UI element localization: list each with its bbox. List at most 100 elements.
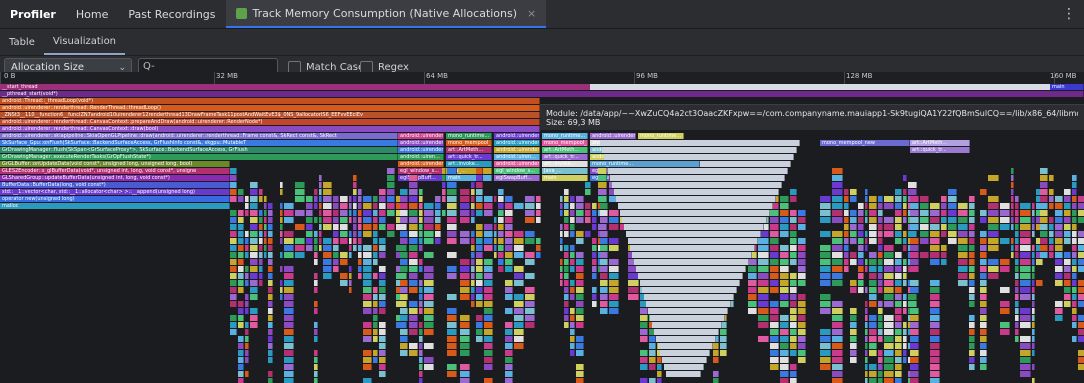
flame-frame[interactable] — [1020, 259, 1031, 265]
flame-frame[interactable] — [1055, 259, 1063, 265]
flame-frame[interactable] — [323, 182, 332, 188]
flame-frame[interactable]: android::uirenderer::s... — [398, 147, 444, 153]
flame-frame[interactable] — [770, 266, 779, 272]
flame-frame[interactable] — [349, 266, 352, 272]
flame-frame[interactable] — [969, 266, 975, 272]
flame-frame[interactable] — [930, 280, 940, 286]
flame-frame[interactable] — [379, 210, 386, 216]
flame-frame[interactable] — [494, 238, 497, 244]
flame-frame[interactable] — [419, 322, 423, 328]
flame-frame[interactable] — [844, 259, 849, 265]
flame-frame[interactable] — [514, 252, 524, 258]
flame-frame[interactable]: GrDrawingManager::flush(SkSpan<GrSurface… — [0, 147, 398, 153]
flame-frame[interactable] — [980, 280, 987, 286]
flame-frame[interactable] — [268, 259, 273, 265]
flame-frame[interactable] — [988, 266, 999, 272]
flame-frame[interactable] — [570, 217, 575, 223]
flame-frame[interactable] — [930, 364, 940, 370]
flame-frame[interactable] — [770, 273, 779, 279]
flame-frame[interactable] — [884, 378, 894, 383]
flame-frame[interactable] — [505, 196, 513, 202]
flame-frame[interactable] — [409, 245, 418, 251]
flame-frame[interactable] — [640, 350, 648, 356]
flame-frame[interactable] — [628, 294, 639, 300]
flame-frame[interactable] — [758, 245, 769, 251]
flame-frame[interactable] — [930, 371, 940, 377]
flame-frame[interactable] — [505, 287, 513, 293]
flame-frame[interactable] — [598, 224, 607, 230]
flame-frame[interactable] — [969, 322, 975, 328]
flame-frame[interactable] — [1011, 252, 1014, 258]
flame-frame[interactable]: android::uirenderer::re... — [494, 140, 540, 146]
flame-frame[interactable] — [238, 287, 244, 293]
flame-frame[interactable] — [419, 266, 423, 272]
flame-frame[interactable] — [958, 210, 968, 216]
flame-frame[interactable] — [1078, 364, 1084, 370]
flame-frame[interactable] — [259, 189, 263, 195]
flame-frame[interactable] — [1040, 245, 1048, 251]
flame-frame[interactable] — [238, 364, 244, 370]
flame-frame[interactable] — [910, 350, 919, 356]
flame-frame[interactable] — [419, 378, 423, 383]
flame-frame[interactable]: GrGLBuffer::onUpdateData(void const*, un… — [0, 161, 230, 167]
flame-frame[interactable] — [358, 245, 362, 251]
flame-frame[interactable] — [941, 203, 947, 209]
flame-frame[interactable] — [1078, 350, 1084, 356]
flame-frame[interactable] — [505, 350, 513, 356]
flame-frame[interactable] — [514, 315, 524, 321]
flame-frame[interactable] — [319, 231, 322, 237]
flame-frame[interactable] — [850, 189, 857, 195]
flame-frame[interactable] — [748, 294, 757, 300]
flame-frame[interactable] — [424, 266, 434, 272]
flame-frame[interactable] — [1020, 238, 1031, 244]
flame-frame[interactable] — [1072, 231, 1077, 237]
flame-frame[interactable] — [884, 252, 894, 258]
flame-frame[interactable] — [869, 350, 877, 356]
flame-frame[interactable] — [373, 245, 378, 251]
flame-frame[interactable] — [268, 322, 273, 328]
flame-frame[interactable] — [895, 336, 902, 342]
flame-frame[interactable] — [387, 182, 395, 188]
flame-frame[interactable] — [844, 217, 849, 223]
flame-frame[interactable] — [865, 217, 868, 223]
flame-frame[interactable] — [628, 280, 639, 286]
flame-frame[interactable] — [484, 203, 493, 209]
flame-frame[interactable] — [780, 315, 789, 321]
flame-frame[interactable] — [280, 280, 283, 286]
flame-frame[interactable] — [1020, 322, 1031, 328]
flame-frame[interactable] — [865, 371, 868, 377]
flame-frame[interactable] — [948, 189, 957, 195]
flame-frame[interactable] — [798, 343, 806, 349]
flame-frame[interactable] — [1020, 252, 1031, 258]
flame-frame[interactable] — [941, 224, 947, 230]
flame-frame[interactable] — [1049, 196, 1054, 202]
flame-frame[interactable] — [903, 273, 907, 279]
flame-frame[interactable] — [958, 259, 968, 265]
flame-frame[interactable] — [780, 343, 789, 349]
flame-frame[interactable] — [447, 224, 457, 230]
flame-frame[interactable] — [400, 350, 408, 356]
flame-frame[interactable] — [895, 273, 902, 279]
flame-frame[interactable] — [576, 350, 584, 356]
flame-frame[interactable] — [602, 147, 797, 153]
flame-frame[interactable] — [1055, 280, 1063, 286]
flame-frame[interactable] — [353, 175, 357, 181]
flame-frame[interactable] — [895, 280, 902, 286]
flame-frame[interactable] — [424, 238, 434, 244]
flame-frame[interactable] — [790, 259, 797, 265]
flame-frame[interactable] — [525, 238, 535, 244]
flame-frame[interactable] — [930, 294, 940, 300]
flame-frame[interactable] — [644, 294, 734, 300]
flame-frame[interactable] — [471, 238, 475, 244]
flame-frame[interactable] — [295, 182, 305, 188]
flame-frame[interactable] — [514, 266, 524, 272]
flame-frame[interactable] — [748, 280, 757, 286]
flame-frame[interactable] — [903, 203, 907, 209]
flame-frame[interactable] — [930, 238, 940, 244]
flame-frame[interactable] — [1064, 189, 1071, 195]
flame-frame[interactable] — [1072, 315, 1077, 321]
flame-frame[interactable] — [1015, 245, 1019, 251]
flame-frame[interactable] — [1015, 308, 1019, 314]
flame-frame[interactable] — [349, 245, 352, 251]
flame-frame[interactable] — [780, 266, 789, 272]
